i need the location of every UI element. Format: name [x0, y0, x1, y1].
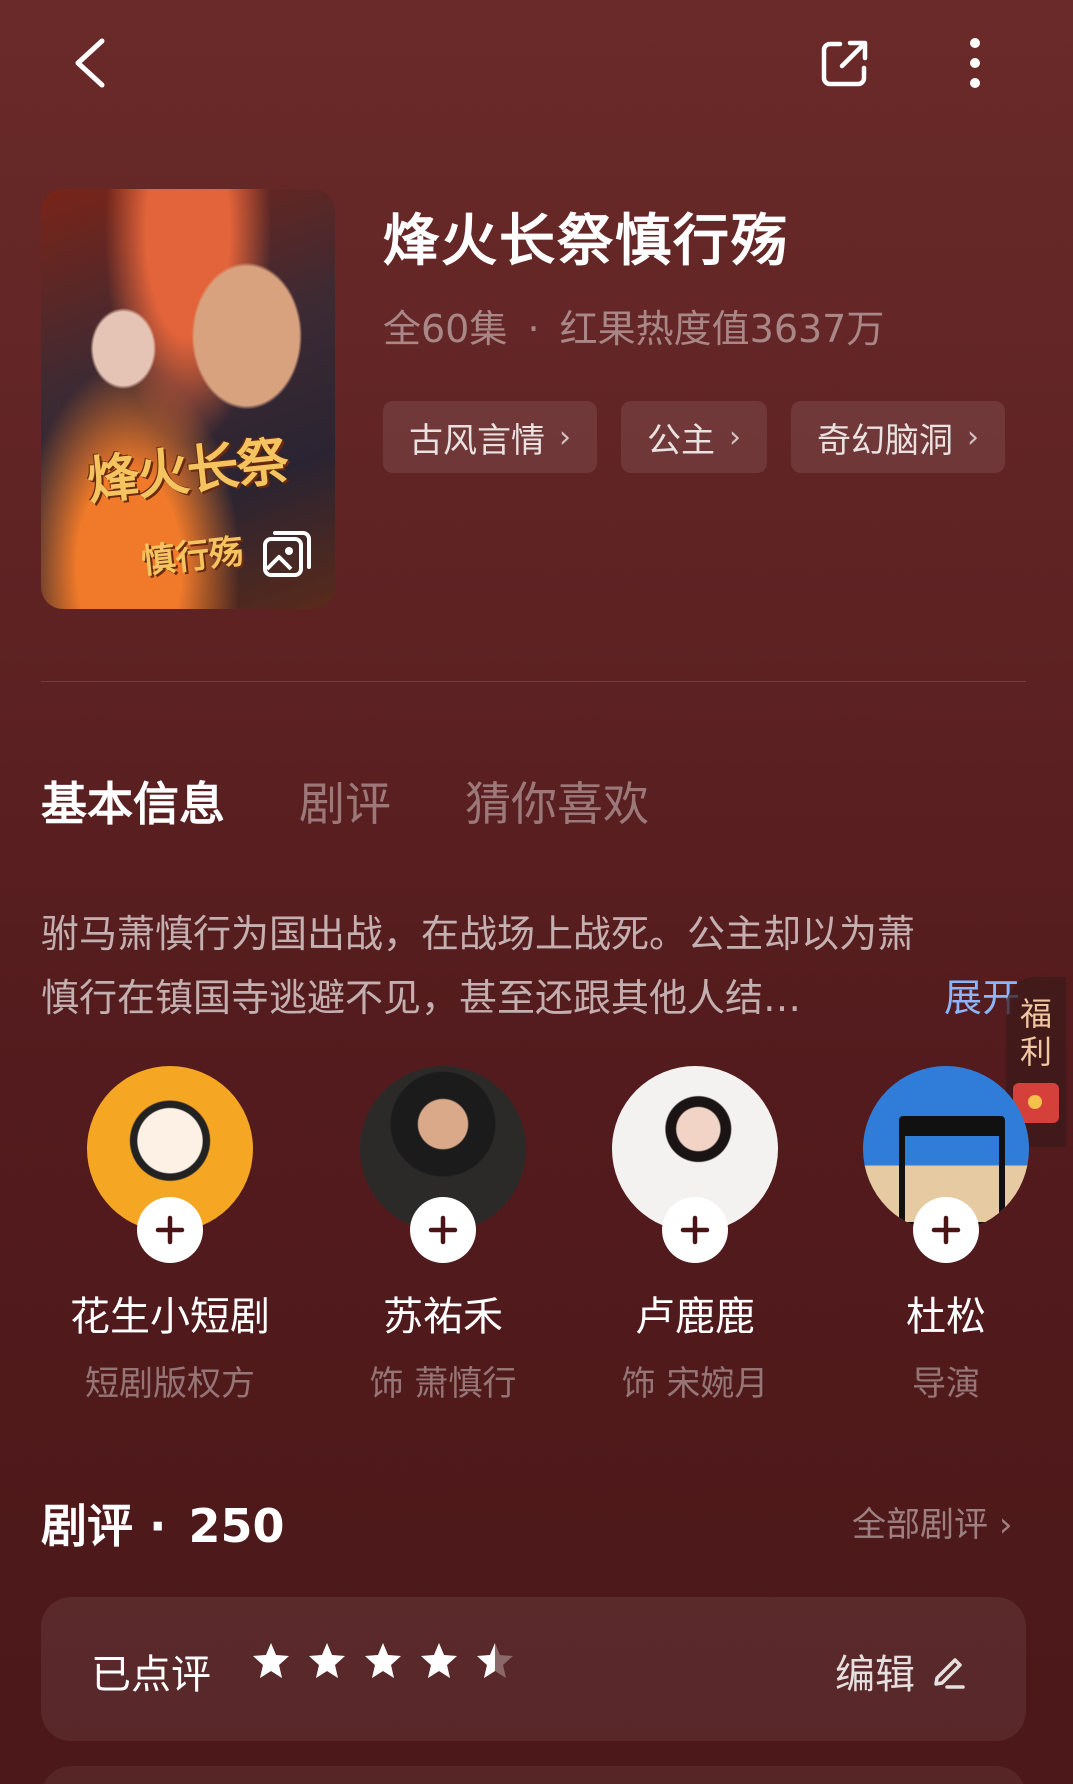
- rated-label: 已点评: [91, 1652, 211, 1698]
- tag-label: 奇幻脑洞: [817, 420, 953, 461]
- meta-separator: ·: [527, 307, 540, 351]
- share-button[interactable]: [810, 28, 880, 98]
- tag-ancient-romance[interactable]: 古风言情 ›: [383, 401, 597, 473]
- cast-role: 饰 萧慎行: [369, 1364, 517, 1404]
- synopsis: 驸马萧慎行为国出战，在战场上战死。公主却以为萧 慎行在镇国寺逃避不见，甚至还跟其…: [41, 902, 1026, 1030]
- all-reviews-label: 全部剧评: [852, 1505, 988, 1545]
- cast-member[interactable]: 苏祐禾 饰 萧慎行: [323, 1066, 563, 1405]
- cast-member[interactable]: 卢鹿鹿 饰 宋婉月: [575, 1066, 815, 1405]
- edit-label: 编辑: [835, 1652, 915, 1698]
- plus-icon: [680, 1215, 710, 1245]
- cast-role: 导演: [912, 1364, 980, 1404]
- plus-icon: [155, 1215, 185, 1245]
- pencil-icon: [934, 1658, 965, 1689]
- reviews-heading: 剧评 · 250: [41, 1490, 285, 1556]
- top-bar: [0, 0, 1073, 130]
- chevron-right-icon: ›: [967, 419, 979, 455]
- tag-label: 古风言情: [409, 420, 545, 461]
- my-rating-card: 已点评 编辑: [41, 1597, 1026, 1741]
- synopsis-line-1: 驸马萧慎行为国出战，在战场上战死。公主却以为萧: [41, 912, 916, 956]
- chevron-left-icon: [75, 38, 105, 88]
- more-vertical-icon: [970, 38, 980, 88]
- follow-button[interactable]: [137, 1197, 203, 1263]
- edit-review-button[interactable]: 编辑: [835, 1642, 967, 1700]
- chevron-right-icon: ›: [559, 419, 571, 455]
- chevron-right-icon: ›: [998, 1505, 1013, 1545]
- star-icon[interactable]: [363, 1641, 403, 1681]
- follow-button[interactable]: [410, 1197, 476, 1263]
- star-icon[interactable]: [307, 1641, 347, 1681]
- cast-member[interactable]: 花生小短剧 短剧版权方: [50, 1066, 290, 1405]
- cast-name: 花生小短剧: [70, 1294, 270, 1340]
- reviews-count: 250: [188, 1499, 285, 1553]
- cast-name: 卢鹿鹿: [635, 1294, 755, 1340]
- heat-value: 红果热度值3637万: [559, 307, 885, 351]
- welfare-label: 福利: [1019, 995, 1052, 1071]
- star-icon[interactable]: [419, 1641, 459, 1681]
- plus-icon: [931, 1215, 961, 1245]
- tab-reviews[interactable]: 剧评: [299, 768, 391, 834]
- cast-name: 苏祐禾: [383, 1294, 503, 1340]
- tab-basic-info[interactable]: 基本信息: [41, 768, 225, 834]
- drama-meta: 全60集 · 红果热度值3637万: [383, 298, 884, 353]
- star-icon[interactable]: [251, 1641, 291, 1681]
- all-reviews-link[interactable]: 全部剧评 ›: [852, 1497, 1012, 1546]
- reviews-dot: ·: [149, 1499, 167, 1553]
- plus-icon: [428, 1215, 458, 1245]
- cast-role: 饰 宋婉月: [621, 1364, 769, 1404]
- tab-bar: 基本信息 剧评 猜你喜欢: [41, 768, 649, 834]
- tab-recommendations[interactable]: 猜你喜欢: [465, 768, 649, 834]
- tag-label: 公主: [647, 420, 715, 461]
- tag-list: 古风言情 › 公主 › 奇幻脑洞 ›: [383, 401, 1005, 473]
- synopsis-line-2: 慎行在镇国寺逃避不见，甚至还跟其他人结…: [41, 976, 802, 1020]
- back-button[interactable]: [55, 28, 125, 98]
- section-divider: [41, 681, 1026, 682]
- more-options-button[interactable]: [940, 28, 1010, 98]
- cast-role: 短剧版权方: [85, 1364, 255, 1404]
- follow-button[interactable]: [913, 1197, 979, 1263]
- tag-fantasy[interactable]: 奇幻脑洞 ›: [791, 401, 1005, 473]
- cast-name: 杜松: [906, 1294, 986, 1340]
- gallery-icon[interactable]: [261, 529, 313, 581]
- poster-title-art: 烽火长祭: [84, 430, 290, 513]
- cast-member[interactable]: 杜松 导演: [826, 1066, 1066, 1405]
- cast-list: 花生小短剧 短剧版权方 苏祐禾 饰 萧慎行 卢鹿鹿 饰 宋婉月 杜松 导演: [0, 1066, 1073, 1406]
- tag-princess[interactable]: 公主 ›: [621, 401, 767, 473]
- reviews-title: 剧评: [41, 1499, 133, 1553]
- follow-button[interactable]: [662, 1197, 728, 1263]
- drama-title: 烽火长祭慎行殇: [383, 209, 789, 274]
- next-review-card: [41, 1766, 1026, 1784]
- star-icon[interactable]: [475, 1641, 515, 1681]
- poster-subtitle-art: 慎行殇: [139, 531, 246, 583]
- rating-stars[interactable]: [251, 1641, 515, 1681]
- chevron-right-icon: ›: [729, 419, 741, 455]
- drama-poster[interactable]: 烽火长祭 慎行殇: [41, 189, 335, 609]
- share-icon: [821, 40, 868, 87]
- episode-count: 全60集: [383, 307, 508, 351]
